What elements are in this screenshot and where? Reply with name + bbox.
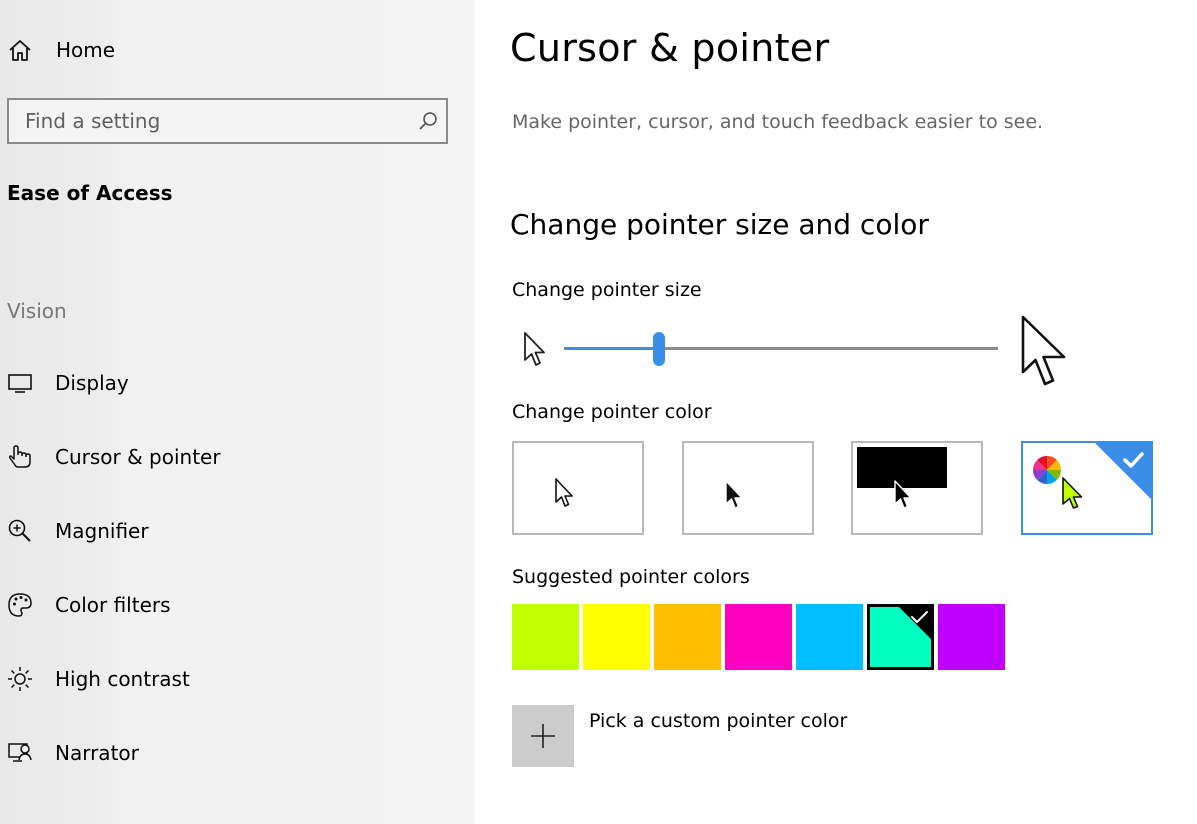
sidebar-item-label: Color filters <box>55 593 171 617</box>
search-input[interactable] <box>25 100 405 142</box>
selected-corner-check-icon <box>1095 443 1151 499</box>
color-wheel-icon <box>1032 455 1062 485</box>
search-icon[interactable] <box>417 110 439 132</box>
suggested-color-swatch[interactable] <box>583 604 650 670</box>
sidebar-item-label: Display <box>55 371 129 395</box>
magnifier-icon <box>8 519 31 542</box>
group-title: Vision <box>7 299 67 323</box>
small-pointer-icon <box>524 332 545 366</box>
black-pointer-icon <box>725 480 743 509</box>
plus-icon <box>531 724 555 748</box>
sidebar-item-display[interactable]: Display <box>0 365 470 401</box>
sidebar-item-narrator[interactable]: Narrator <box>0 735 470 771</box>
sun-icon <box>8 667 32 691</box>
section-title: Ease of Access <box>7 181 173 205</box>
pointer-color-white-option[interactable] <box>512 441 644 535</box>
pointer-color-black-option[interactable] <box>682 441 814 535</box>
pointer-hand-icon <box>8 445 31 468</box>
main-content: Cursor & pointer Make pointer, cursor, a… <box>475 0 1197 824</box>
sidebar-item-color-filters[interactable]: Color filters <box>0 587 470 623</box>
custom-color-pointer-icon <box>1062 477 1083 509</box>
custom-color-label: Pick a custom pointer color <box>589 710 848 732</box>
suggested-color-swatch[interactable] <box>796 604 863 670</box>
slider-fill <box>564 347 659 350</box>
check-icon <box>898 606 932 640</box>
monitor-icon <box>8 374 32 393</box>
pointer-color-inverted-option[interactable] <box>851 441 983 535</box>
suggested-color-swatch-selected[interactable] <box>867 604 934 670</box>
sidebar-item-magnifier[interactable]: Magnifier <box>0 513 470 549</box>
page-title: Cursor & pointer <box>510 26 830 70</box>
pointer-color-label: Change pointer color <box>512 401 712 423</box>
suggested-color-swatch[interactable] <box>654 604 721 670</box>
sidebar-item-label: Home <box>56 38 116 62</box>
large-pointer-icon <box>1021 315 1066 386</box>
section-subtitle: Change pointer size and color <box>510 208 929 241</box>
sidebar-item-cursor-pointer[interactable]: Cursor & pointer <box>0 439 470 475</box>
sidebar-item-high-contrast[interactable]: High contrast <box>0 661 470 697</box>
palette-icon <box>8 593 32 617</box>
pointer-size-slider[interactable] <box>564 332 998 366</box>
suggested-color-swatch[interactable] <box>512 604 579 670</box>
sidebar: Home Ease of Access Vision Display Curso… <box>0 0 475 824</box>
pointer-size-label: Change pointer size <box>512 279 702 301</box>
home-icon <box>9 40 31 61</box>
sidebar-item-home[interactable]: Home <box>0 32 470 68</box>
suggested-colors-label: Suggested pointer colors <box>512 566 750 588</box>
sidebar-item-label: Cursor & pointer <box>55 445 221 469</box>
sidebar-item-label: Narrator <box>55 741 139 765</box>
narrator-icon <box>8 743 32 762</box>
suggested-color-swatch[interactable] <box>725 604 792 670</box>
page-description: Make pointer, cursor, and touch feedback… <box>512 111 1044 133</box>
add-custom-color-button[interactable] <box>512 705 574 767</box>
pointer-color-custom-option[interactable] <box>1021 441 1153 535</box>
slider-thumb[interactable] <box>653 332 665 366</box>
search-box[interactable] <box>7 98 448 144</box>
white-pointer-icon <box>555 478 573 507</box>
sidebar-item-label: High contrast <box>55 667 190 691</box>
sidebar-item-label: Magnifier <box>55 519 149 543</box>
inverted-pointer-icon <box>894 480 912 509</box>
suggested-color-swatch[interactable] <box>938 604 1005 670</box>
